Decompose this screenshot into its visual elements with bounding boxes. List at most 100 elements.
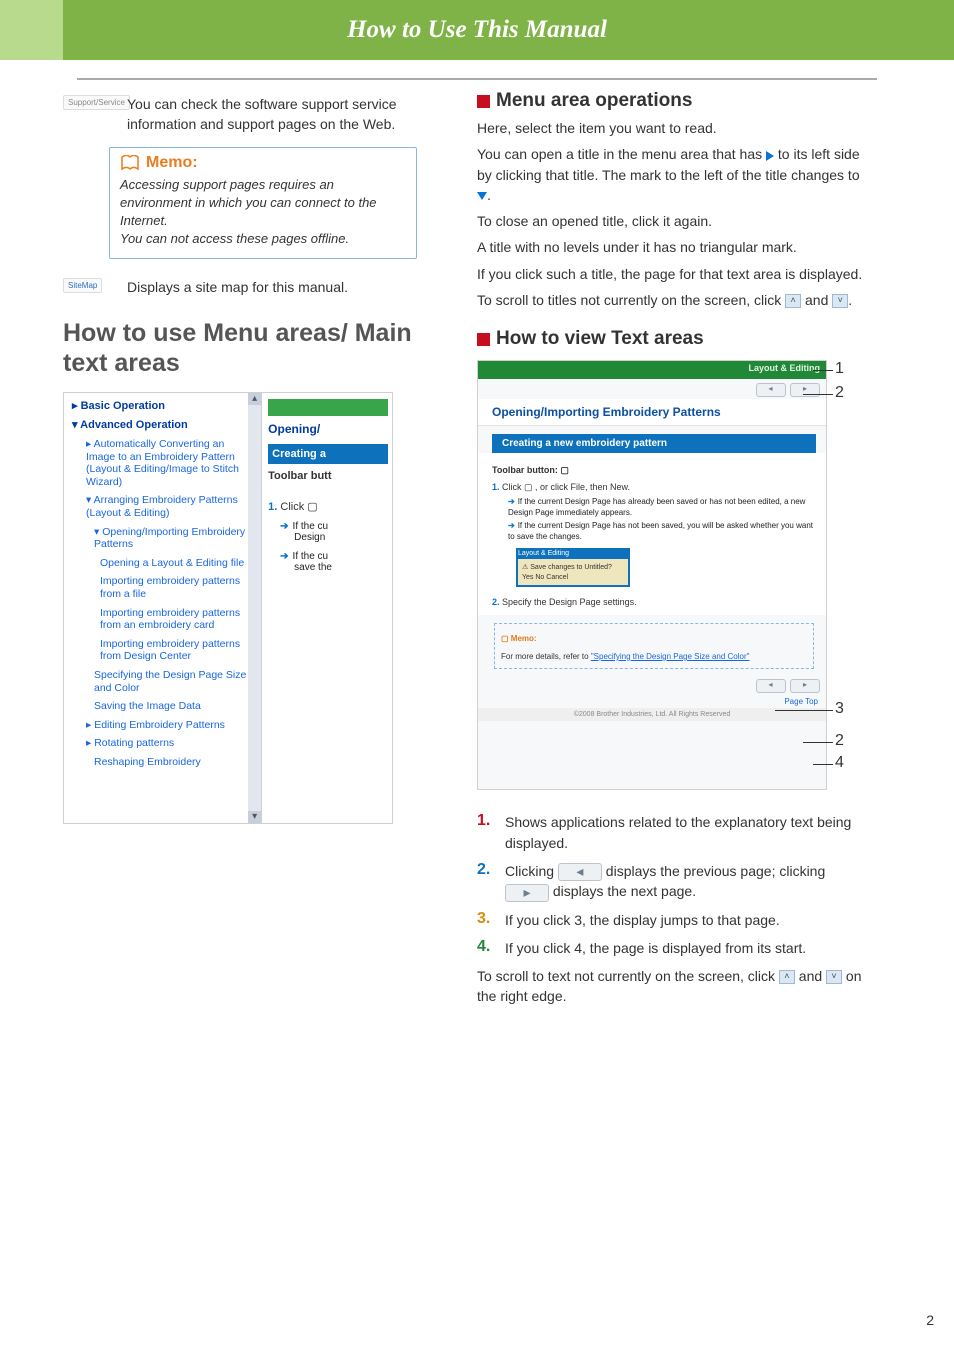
menu-tree-item: ▸ Editing Embroidery Patterns: [72, 716, 249, 735]
triangle-down-icon: [477, 192, 487, 200]
menu-tree-item: Importing embroidery patterns from an em…: [72, 604, 249, 635]
page-number: 2: [926, 1312, 934, 1328]
page-title: How to Use This Manual: [0, 0, 954, 60]
menu-tree-item: ▸ Rotating patterns: [72, 734, 249, 753]
list-num-2: 2.: [477, 861, 505, 902]
rs-copyright: ©2008 Brother Industries, Ltd. All Right…: [478, 708, 826, 721]
scroll-up-chip-icon: ˄: [779, 970, 795, 984]
screenshot-text-panel: Opening/ Creating a Toolbar butt 1. Clic…: [262, 393, 392, 823]
menu-tree-item: Opening a Layout & Editing file: [72, 554, 249, 573]
menu-area-operations-heading: Menu area operations: [496, 90, 692, 112]
memo-box: Memo: Accessing support pages requires a…: [109, 147, 417, 260]
section-title: How to use Menu areas/ Main text areas: [63, 318, 417, 378]
rs-page-top: Page Top: [478, 695, 826, 708]
menu-tree-item: Importing embroidery patterns from a fil…: [72, 572, 249, 603]
support-service-button[interactable]: Support/Service: [63, 95, 130, 110]
callout-2b: 2: [835, 732, 844, 750]
arrow-right-icon: ➔: [280, 551, 288, 562]
menu-ops-p5: If you click such a title, the page for …: [477, 264, 873, 284]
rs-pager-top: ◂ ▸: [478, 379, 826, 399]
rs-step2-text: Specify the Design Page settings.: [500, 597, 637, 607]
square-bullet-icon: [477, 333, 490, 346]
arrow-right-icon: ➔: [280, 521, 288, 532]
list-text-2: Clicking ◂ displays the previous page; c…: [505, 861, 873, 902]
triangle-right-icon: [766, 151, 774, 161]
arrow-right-icon: ➔: [508, 521, 515, 530]
rs-title: Opening/Importing Embroidery Patterns: [478, 399, 826, 426]
rs-appbar: Layout & Editing: [478, 361, 826, 379]
text-area-screenshot: Layout & Editing ◂ ▸ Opening/Importing E…: [477, 360, 857, 790]
rs-pager-bottom: ◂ ▸: [478, 675, 826, 695]
callout-1: 1: [835, 360, 844, 378]
menu-tree-item: ▾ Arranging Embroidery Patterns (Layout …: [72, 491, 249, 522]
tail-text: To scroll to text not currently on the s…: [477, 966, 873, 1007]
prev-page-button[interactable]: ◂: [558, 863, 602, 881]
prev-page-icon: ◂: [756, 383, 786, 397]
list-text-4: If you click 4, the page is displayed fr…: [505, 938, 806, 958]
menu-tree-item: ▾ Opening/Importing Embroidery Patterns: [72, 523, 249, 554]
rs-step1-text: Click ▢ , or click File, then New.: [500, 482, 631, 492]
rs-section: Creating a new embroidery pattern: [492, 434, 816, 453]
support-text: You can check the software support servi…: [127, 94, 417, 135]
memo-line-2: You can not access these pages offline.: [120, 230, 406, 248]
list-num-1: 1.: [477, 812, 505, 853]
square-bullet-icon: [477, 95, 490, 108]
screenshot-section-bar: Creating a: [268, 444, 388, 464]
screenshot-scrollbar: ▴ ▾: [248, 393, 261, 823]
screenshot-note1: If the cu: [293, 521, 329, 532]
screenshot-note1b: Design: [294, 532, 325, 543]
next-page-icon: ▸: [790, 679, 820, 693]
sitemap-button[interactable]: SiteMap: [63, 278, 102, 293]
list-text-1: Shows applications related to the explan…: [505, 812, 873, 853]
screenshot-menu-panel: ▴ ▾ ▸ Basic Operation▾ Advanced Operatio…: [64, 393, 262, 823]
sitemap-text: Displays a site map for this manual.: [127, 277, 348, 297]
scroll-down-chip-icon: ˅: [826, 970, 842, 984]
header-bar: How to Use This Manual: [0, 0, 954, 60]
screenshot-toolbar-label: Toolbar butt: [268, 470, 388, 482]
screenshot-app-bar: [268, 399, 388, 416]
rs-step1-num: 1.: [492, 482, 500, 492]
menu-ops-p4: A title with no levels under it has no t…: [477, 237, 873, 257]
menu-tree-item: ▸ Automatically Converting an Image to a…: [72, 435, 249, 491]
list-num-3: 3.: [477, 910, 505, 930]
next-page-button[interactable]: ▸: [505, 884, 549, 902]
book-icon: [120, 155, 140, 171]
rs-memo: ▢ Memo: For more details, refer to "Spec…: [494, 623, 814, 669]
callout-4: 4: [835, 754, 844, 772]
callout-2: 2: [835, 384, 844, 402]
screenshot-step-num: 1.: [268, 501, 277, 513]
menu-ops-p1: Here, select the item you want to read.: [477, 118, 873, 138]
memo-heading: Memo:: [120, 154, 406, 172]
screenshot-note2b: save the: [294, 562, 332, 573]
menu-ops-p3: To close an opened title, click it again…: [477, 211, 873, 231]
rs-toolbar: Toolbar button: ▢: [492, 465, 816, 476]
rs-bullet2: If the current Design Page has not been …: [508, 521, 813, 540]
text-areas-heading: How to view Text areas: [496, 328, 704, 350]
divider: [77, 78, 877, 80]
menu-tree-item: Reshaping Embroidery: [72, 753, 249, 772]
menu-ops-p6: To scroll to titles not currently on the…: [477, 290, 873, 310]
scroll-up-chip-icon: ˄: [785, 294, 801, 308]
list-text-3: If you click 3, the display jumps to tha…: [505, 910, 780, 930]
menu-tree-item: Specifying the Design Page Size and Colo…: [72, 666, 249, 697]
menu-tree-item: Saving the Image Data: [72, 697, 249, 716]
scroll-down-chip-icon: ˅: [832, 294, 848, 308]
rs-dialog: Layout & Editing ⚠ Save changes to Untit…: [516, 548, 630, 587]
menu-tree-item: ▸ Basic Operation: [72, 397, 249, 416]
scroll-up-icon: ▴: [248, 393, 261, 405]
menu-ops-p2: You can open a title in the menu area th…: [477, 144, 873, 205]
rs-memo-link: "Specifying the Design Page Size and Col…: [591, 652, 750, 661]
menu-textarea-screenshot: ▴ ▾ ▸ Basic Operation▾ Advanced Operatio…: [63, 392, 393, 824]
callout-3: 3: [835, 700, 844, 718]
list-num-4: 4.: [477, 938, 505, 958]
memo-line-1: Accessing support pages requires an envi…: [120, 176, 406, 231]
scroll-down-icon: ▾: [248, 811, 261, 823]
rs-step2-num: 2.: [492, 597, 500, 607]
screenshot-title: Opening/: [268, 422, 388, 436]
screenshot-step-text: Click ▢: [280, 501, 317, 513]
arrow-right-icon: ➔: [508, 497, 515, 506]
prev-page-icon: ◂: [756, 679, 786, 693]
menu-tree-item: ▾ Advanced Operation: [72, 416, 249, 435]
screenshot-note2: If the cu: [293, 551, 329, 562]
menu-tree-item: Importing embroidery patterns from Desig…: [72, 635, 249, 666]
